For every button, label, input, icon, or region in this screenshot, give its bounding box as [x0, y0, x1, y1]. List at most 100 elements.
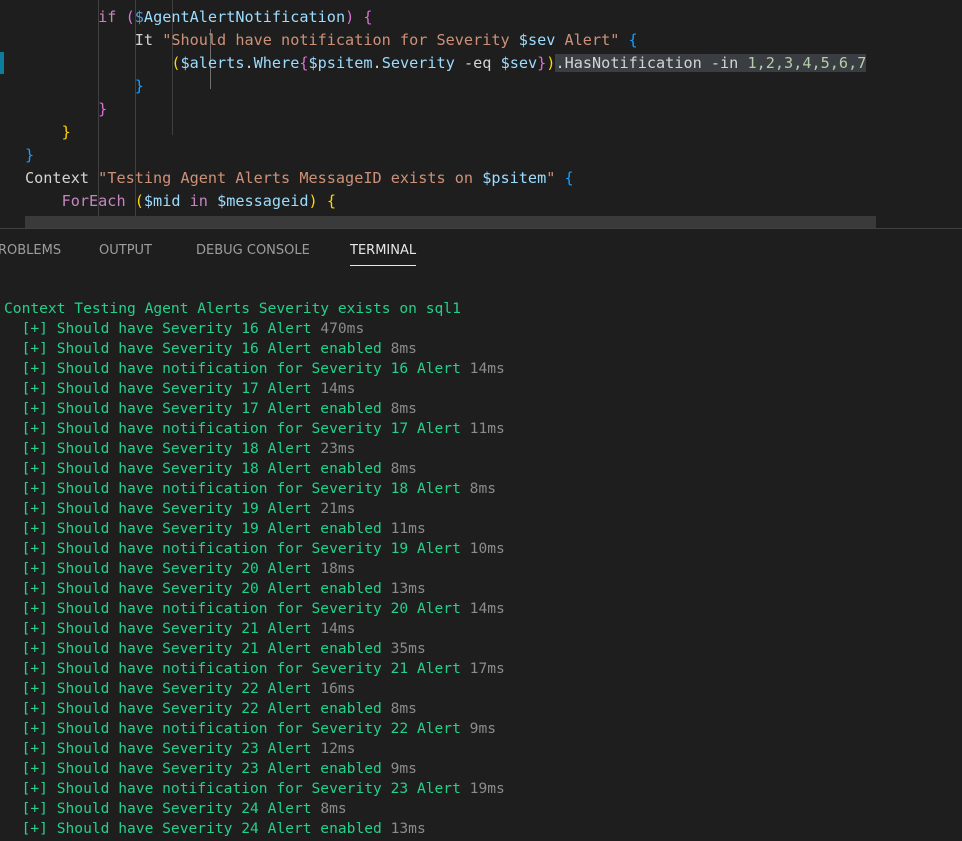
code-token: It: [134, 31, 154, 49]
test-duration: 14ms: [469, 600, 505, 617]
test-result-text: [+] Should have notification for Severit…: [4, 780, 470, 797]
terminal-result-line: [+] Should have Severity 20 Alert 18ms: [4, 559, 356, 579]
terminal-result-line: [+] Should have Severity 21 Alert 14ms: [4, 619, 356, 639]
test-duration: 16ms: [320, 680, 356, 697]
code-token: }: [61, 123, 71, 141]
terminal-result-line: [+] Should have notification for Severit…: [4, 539, 505, 559]
terminal-result-line: [+] Should have Severity 16 Alert enable…: [4, 339, 417, 359]
bottom-panel: ROBLEMS OUTPUT DEBUG CONSOLE TERMINAL Co…: [0, 228, 962, 841]
test-result-text: [+] Should have Severity 24 Alert: [4, 800, 321, 817]
test-result-text: [+] Should have notification for Severit…: [4, 600, 470, 617]
code-token: .HasNotification -in: [555, 54, 748, 72]
code-line: }: [25, 98, 107, 121]
terminal-result-line: [+] Should have notification for Severit…: [4, 419, 505, 439]
test-duration: 14ms: [469, 360, 505, 377]
code-token: }: [25, 146, 35, 164]
tab-output[interactable]: OUTPUT: [99, 229, 152, 269]
test-duration: 8ms: [390, 400, 417, 417]
terminal-result-line: [+] Should have Severity 21 Alert enable…: [4, 639, 426, 659]
terminal-result-line: [+] Should have Severity 22 Alert 16ms: [4, 679, 356, 699]
code-token: $alerts: [180, 54, 245, 72]
code-line: ForEach ($mid in $messageid) {: [25, 190, 336, 213]
test-duration: 12ms: [320, 740, 356, 757]
code-token: Context: [25, 169, 90, 187]
test-result-text: [+] Should have Severity 19 Alert enable…: [4, 520, 391, 537]
horizontal-scrollbar[interactable]: [25, 216, 876, 228]
code-token: in: [180, 192, 218, 210]
code-token: $psitem: [308, 54, 373, 72]
code-editor[interactable]: if ($AgentAlertNotification) { It "Shoul…: [0, 0, 962, 228]
code-line: if ($AgentAlertNotification) {: [25, 6, 372, 29]
test-result-text: [+] Should have Severity 17 Alert enable…: [4, 400, 391, 417]
test-result-text: [+] Should have notification for Severit…: [4, 720, 470, 737]
terminal-result-line: [+] Should have notification for Severit…: [4, 659, 505, 679]
test-duration: 23ms: [320, 440, 356, 457]
test-duration: 17ms: [469, 660, 505, 677]
test-duration: 470ms: [320, 320, 365, 337]
terminal-result-line: [+] Should have Severity 22 Alert enable…: [4, 699, 417, 719]
terminal-result-line: [+] Should have Severity 17 Alert 14ms: [4, 379, 356, 399]
terminal-result-line: [+] Should have Severity 24 Alert 8ms: [4, 799, 347, 819]
code-token: {: [628, 31, 638, 49]
test-result-text: [+] Should have Severity 18 Alert: [4, 440, 321, 457]
test-duration: 14ms: [320, 620, 356, 637]
modified-line-marker: [0, 52, 4, 74]
code-token: $sev: [518, 31, 556, 49]
code-token: 1,2,3,4,5,6,7: [747, 54, 867, 72]
code-token: }: [134, 77, 144, 95]
terminal-result-line: [+] Should have notification for Severit…: [4, 479, 496, 499]
code-token: ): [308, 192, 318, 210]
code-token: $: [134, 8, 144, 26]
code-token: Where: [253, 54, 300, 72]
test-duration: 13ms: [390, 820, 426, 837]
test-result-text: [+] Should have Severity 16 Alert enable…: [4, 340, 391, 357]
code-token: $sev: [500, 54, 538, 72]
code-token: Severity: [381, 54, 455, 72]
code-line: }: [25, 75, 144, 98]
code-token: $psitem: [482, 169, 547, 187]
code-token: $messageid: [217, 192, 309, 210]
test-duration: 8ms: [390, 700, 417, 717]
terminal-result-line: [+] Should have Severity 19 Alert 21ms: [4, 499, 356, 519]
test-duration: 35ms: [390, 640, 426, 657]
test-result-text: [+] Should have notification for Severit…: [4, 360, 470, 377]
test-result-text: [+] Should have Severity 17 Alert: [4, 380, 321, 397]
code-token: $mid: [143, 192, 181, 210]
test-duration: 10ms: [469, 540, 505, 557]
test-result-text: [+] Should have Severity 21 Alert enable…: [4, 640, 391, 657]
test-duration: 21ms: [320, 500, 356, 517]
terminal-result-line: [+] Should have Severity 16 Alert 470ms: [4, 319, 365, 339]
test-result-text: [+] Should have notification for Severit…: [4, 660, 470, 677]
terminal-result-line: [+] Should have Severity 17 Alert enable…: [4, 399, 417, 419]
tab-terminal[interactable]: TERMINAL: [350, 229, 417, 266]
tab-problems[interactable]: ROBLEMS: [0, 229, 61, 269]
terminal-result-line: [+] Should have Severity 20 Alert enable…: [4, 579, 426, 599]
test-duration: 11ms: [390, 520, 426, 537]
test-duration: 11ms: [469, 420, 505, 437]
tab-debug-console[interactable]: DEBUG CONSOLE: [196, 229, 310, 269]
terminal-result-line: [+] Should have Severity 18 Alert 23ms: [4, 439, 356, 459]
code-token: {: [299, 54, 309, 72]
terminal-context-line: Context Testing Agent Alerts Severity ex…: [4, 300, 461, 317]
code-line: Context "Testing Agent Alerts MessageID …: [25, 167, 574, 190]
code-token: {: [326, 192, 336, 210]
test-result-text: [+] Should have Severity 20 Alert: [4, 560, 321, 577]
test-result-text: [+] Should have Severity 24 Alert enable…: [4, 820, 391, 837]
code-token: "Should have notification for Severity: [162, 31, 519, 49]
panel-tabs: ROBLEMS OUTPUT DEBUG CONSOLE TERMINAL: [0, 229, 962, 269]
code-token: Alert": [555, 31, 620, 49]
test-result-text: [+] Should have Severity 16 Alert: [4, 320, 321, 337]
test-result-text: [+] Should have Severity 19 Alert: [4, 500, 321, 517]
test-result-text: [+] Should have Severity 22 Alert: [4, 680, 321, 697]
test-result-text: [+] Should have Severity 23 Alert enable…: [4, 760, 391, 777]
